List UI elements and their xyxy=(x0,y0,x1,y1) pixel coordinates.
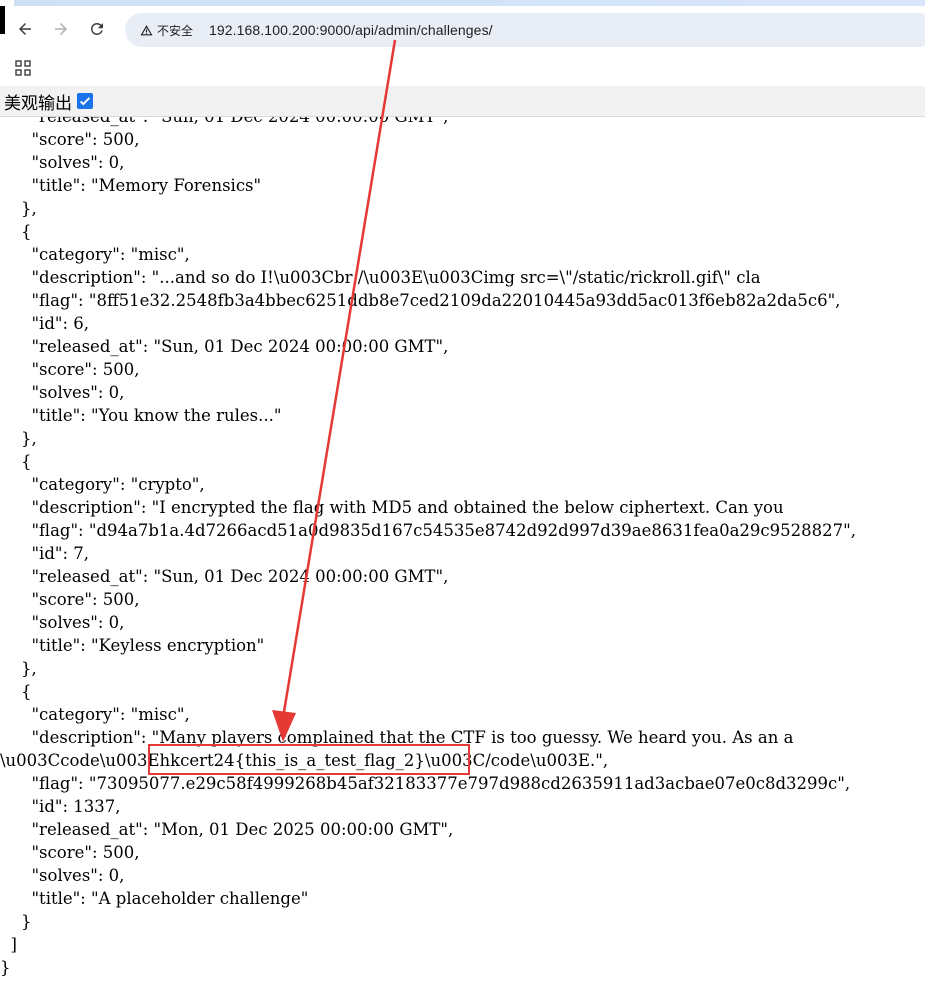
json-line: "released_at": "Sun, 01 Dec 2024 00:00:0… xyxy=(0,567,449,586)
json-line: "flag": "d94a7b1a.4d7266acd51a0d9835d167… xyxy=(0,521,856,540)
pretty-print-checkbox[interactable] xyxy=(77,93,93,109)
json-line: "score": 500, xyxy=(0,360,140,379)
json-line: "released_at": "Sun, 01 Dec 2024 00:00:0… xyxy=(0,337,449,356)
json-line: "solves": 0, xyxy=(0,383,125,402)
json-line: ] xyxy=(0,935,17,954)
back-arrow-icon xyxy=(19,23,31,35)
json-line: "description": "I encrypted the flag wit… xyxy=(0,498,784,517)
json-line: } xyxy=(0,912,32,931)
json-line: { xyxy=(0,222,32,241)
security-label: 不安全 xyxy=(157,23,194,38)
json-viewer[interactable]: "released_at": "Sun, 01 Dec 2024 00:00:0… xyxy=(0,117,925,995)
reload-button[interactable] xyxy=(84,16,110,42)
json-line: "description": "...and so do I!\u003Cbr … xyxy=(0,268,761,287)
json-line: "id": 7, xyxy=(0,544,90,563)
json-line: "id": 1337, xyxy=(0,797,121,816)
json-line: "title": "Keyless encryption" xyxy=(0,636,265,655)
json-body: "released_at": "Sun, 01 Dec 2024 00:00:0… xyxy=(0,117,856,979)
json-line: }, xyxy=(0,659,37,678)
forward-arrow-icon xyxy=(55,23,67,35)
json-line: "score": 500, xyxy=(0,843,140,862)
back-button[interactable] xyxy=(12,16,38,42)
forward-button[interactable] xyxy=(48,16,74,42)
json-line: "title": "You know the rules..." xyxy=(0,406,282,425)
warning-icon xyxy=(140,24,153,35)
json-line: "category": "misc", xyxy=(0,245,190,264)
bookmarks-bar xyxy=(0,52,925,86)
pretty-print-bar: 美观输出 xyxy=(0,86,925,117)
json-line: "title": "A placeholder challenge" xyxy=(0,889,309,908)
checkmark-icon xyxy=(79,97,91,106)
pretty-print-label: 美观输出 xyxy=(4,93,72,114)
json-line: { xyxy=(0,452,32,471)
security-indicator[interactable]: 不安全 xyxy=(134,17,199,43)
json-line: "score": 500, xyxy=(0,130,140,149)
json-line: "flag": "8ff51e32.2548fb3a4bbec6251ddb8e… xyxy=(0,291,841,310)
json-line: "solves": 0, xyxy=(0,613,125,632)
json-line: "category": "misc", xyxy=(0,705,190,724)
json-line: "solves": 0, xyxy=(0,866,125,885)
json-line: "released_at": "Sun, 01 Dec 2024 00:00:0… xyxy=(0,117,856,128)
json-line: "flag": "73095077.e29c58f4999268b45af321… xyxy=(0,774,851,793)
json-line: "title": "Memory Forensics" xyxy=(0,176,262,195)
json-line: "id": 6, xyxy=(0,314,90,333)
apps-grid-icon[interactable] xyxy=(15,60,31,76)
reload-icon xyxy=(90,22,103,35)
url-text[interactable]: 192.168.100.200:9000/api/admin/challenge… xyxy=(209,22,493,38)
json-line: "solves": 0, xyxy=(0,153,125,172)
json-line: "score": 500, xyxy=(0,590,140,609)
json-line: } xyxy=(0,958,11,977)
json-line: "released_at": "Mon, 01 Dec 2025 00:00:0… xyxy=(0,820,454,839)
json-line: "category": "crypto", xyxy=(0,475,205,494)
json-line: }, xyxy=(0,429,37,448)
json-line: { xyxy=(0,682,32,701)
json-line: }, xyxy=(0,199,37,218)
annotation-highlight-box xyxy=(148,744,470,775)
browser-toolbar: 不安全 192.168.100.200:9000/api/admin/chall… xyxy=(0,6,925,52)
window-edge xyxy=(0,6,5,34)
address-bar[interactable]: 不安全 192.168.100.200:9000/api/admin/chall… xyxy=(125,13,925,47)
